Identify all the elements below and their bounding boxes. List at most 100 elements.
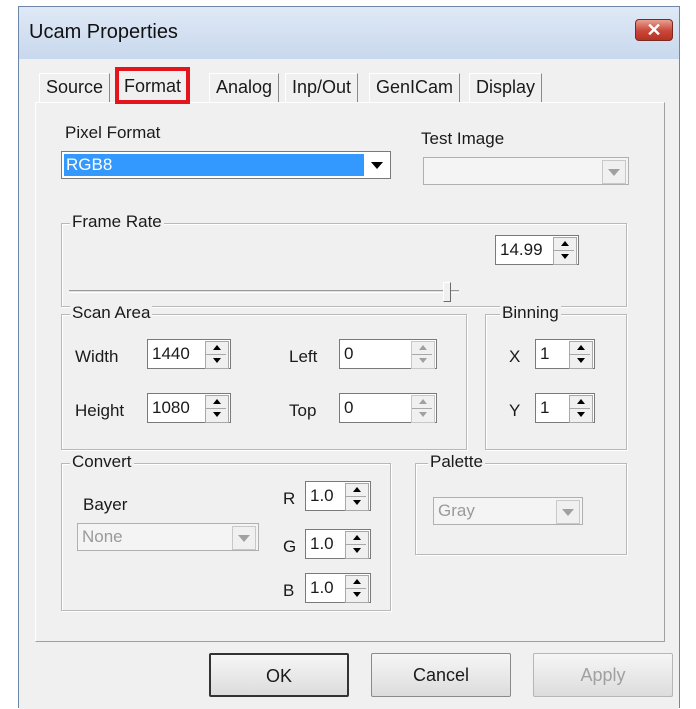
left-value: 0 [344, 344, 354, 363]
tab-source[interactable]: Source [39, 73, 111, 103]
height-field[interactable]: 1080 [147, 393, 231, 423]
spin-up-button[interactable] [554, 238, 574, 251]
arrow-down-icon [353, 548, 361, 553]
binning-x-field[interactable]: 1 [535, 339, 595, 369]
pixel-format-combo[interactable]: RGB8 [61, 151, 391, 179]
spin-up-button[interactable] [206, 342, 226, 355]
window-title: Ucam Properties [29, 21, 178, 43]
top-field[interactable]: 0 [339, 393, 437, 423]
spin-up-button[interactable] [412, 396, 432, 409]
binning-legend: Binning [500, 303, 561, 323]
arrow-up-icon [213, 345, 221, 350]
arrow-up-icon [353, 579, 361, 584]
binning-group: Binning [485, 303, 627, 450]
width-field[interactable]: 1440 [147, 339, 231, 369]
bayer-label: Bayer [83, 495, 128, 514]
left-field[interactable]: 0 [339, 339, 437, 369]
width-spinner[interactable] [205, 341, 229, 369]
close-icon: ✕ [646, 20, 662, 40]
r-spinner[interactable] [345, 483, 369, 511]
binning-y-value: 1 [540, 398, 550, 417]
spin-down-button[interactable] [346, 589, 366, 601]
properties-window: Ucam Properties ✕ Source Format Analog I… [18, 6, 680, 709]
r-field[interactable]: 1.0 [305, 481, 371, 511]
arrow-down-icon [353, 500, 361, 505]
b-spinner[interactable] [345, 575, 369, 603]
dropdown-button[interactable] [232, 526, 256, 550]
b-field[interactable]: 1.0 [305, 573, 371, 603]
top-spinner[interactable] [411, 395, 435, 423]
spin-down-button[interactable] [570, 409, 590, 421]
arrow-down-icon [577, 358, 585, 363]
binning-y-field[interactable]: 1 [535, 393, 595, 423]
spin-down-button[interactable] [346, 497, 366, 509]
tab-format[interactable]: Format [115, 67, 191, 104]
spin-down-button[interactable] [206, 355, 226, 367]
bayer-combo[interactable]: None [77, 523, 259, 551]
test-image-label: Test Image [421, 129, 505, 148]
palette-combo[interactable]: Gray [433, 497, 583, 525]
spin-up-button[interactable] [346, 484, 366, 497]
frame-rate-value: 14.99 [500, 240, 543, 259]
height-label: Height [75, 401, 125, 420]
spin-up-button[interactable] [346, 576, 366, 589]
height-value: 1080 [152, 398, 190, 417]
g-spinner[interactable] [345, 531, 369, 559]
ok-button[interactable]: OK [209, 653, 349, 697]
g-label: G [283, 537, 297, 556]
binning-y-spinner[interactable] [569, 395, 593, 423]
palette-legend: Palette [428, 452, 485, 472]
spin-down-button[interactable] [346, 545, 366, 557]
tab-analog[interactable]: Analog [209, 73, 280, 103]
spin-down-button[interactable] [570, 355, 590, 367]
tab-display[interactable]: Display [469, 73, 543, 103]
left-spinner[interactable] [411, 341, 435, 369]
chevron-down-icon [238, 535, 250, 542]
spin-up-button[interactable] [570, 396, 590, 409]
top-label: Top [289, 401, 317, 420]
tab-inp-out[interactable]: Inp/Out [285, 73, 359, 103]
dropdown-button[interactable] [602, 160, 626, 184]
convert-legend: Convert [70, 452, 134, 472]
frame-rate-slider-thumb[interactable] [443, 282, 452, 302]
g-field[interactable]: 1.0 [305, 529, 371, 559]
spin-down-button[interactable] [554, 251, 574, 263]
binning-x-spinner[interactable] [569, 341, 593, 369]
spin-down-button[interactable] [412, 355, 432, 367]
width-value: 1440 [152, 344, 190, 363]
spin-up-button[interactable] [346, 532, 366, 545]
spin-up-button[interactable] [206, 396, 226, 409]
close-button[interactable]: ✕ [635, 19, 673, 41]
dropdown-button[interactable] [366, 154, 388, 176]
top-value: 0 [344, 398, 354, 417]
r-value: 1.0 [310, 486, 334, 505]
tab-inp-out-label: Inp/Out [292, 77, 352, 97]
spin-up-button[interactable] [412, 342, 432, 355]
arrow-down-icon [419, 358, 427, 363]
tab-display-label: Display [476, 77, 536, 97]
frame-rate-field[interactable]: 14.99 [495, 235, 579, 265]
binning-x-label: X [509, 347, 521, 366]
dropdown-button[interactable] [556, 500, 580, 524]
scan-area-legend: Scan Area [70, 303, 153, 323]
dialog-client: Source Format Analog Inp/Out GenICam Dis… [19, 59, 679, 709]
frame-rate-spinner[interactable] [553, 237, 577, 265]
height-spinner[interactable] [205, 395, 229, 423]
spin-down-button[interactable] [206, 409, 226, 421]
test-image-combo[interactable] [423, 157, 629, 185]
spin-down-button[interactable] [412, 409, 432, 421]
title-bar[interactable]: Ucam Properties ✕ [19, 7, 679, 59]
tab-genicam[interactable]: GenICam [369, 73, 461, 103]
apply-button[interactable]: Apply [533, 653, 673, 697]
width-label: Width [75, 347, 119, 366]
spin-up-button[interactable] [570, 342, 590, 355]
pixel-format-label: Pixel Format [65, 123, 161, 142]
tab-source-label: Source [46, 77, 104, 97]
tab-format-label: Format [124, 76, 182, 96]
frame-rate-slider-track[interactable] [69, 290, 459, 293]
tab-analog-label: Analog [216, 77, 273, 97]
arrow-up-icon [353, 487, 361, 492]
scan-area-group: Scan Area [61, 303, 467, 450]
cancel-button[interactable]: Cancel [371, 653, 511, 697]
chevron-down-icon [608, 169, 620, 176]
